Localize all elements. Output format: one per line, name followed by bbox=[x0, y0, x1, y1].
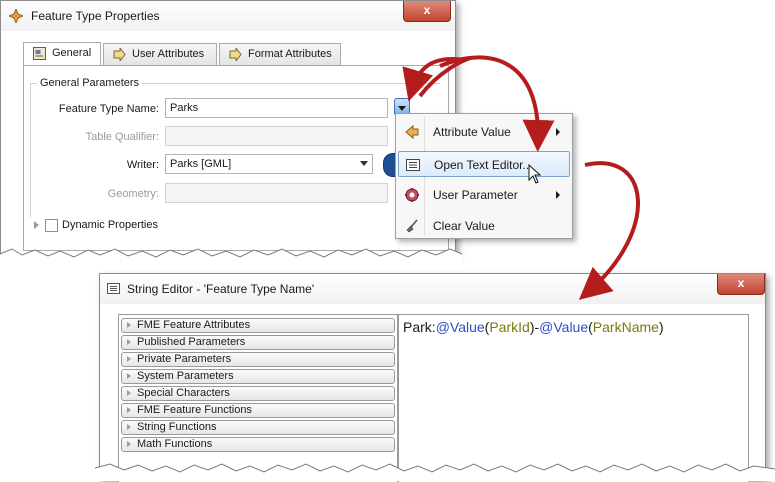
arrow-to-string-editor bbox=[578, 161, 640, 300]
callout-arrows bbox=[402, 55, 640, 300]
arrow-to-open-text-editor bbox=[439, 55, 555, 152]
arrow-to-value-menu-button bbox=[402, 57, 473, 102]
